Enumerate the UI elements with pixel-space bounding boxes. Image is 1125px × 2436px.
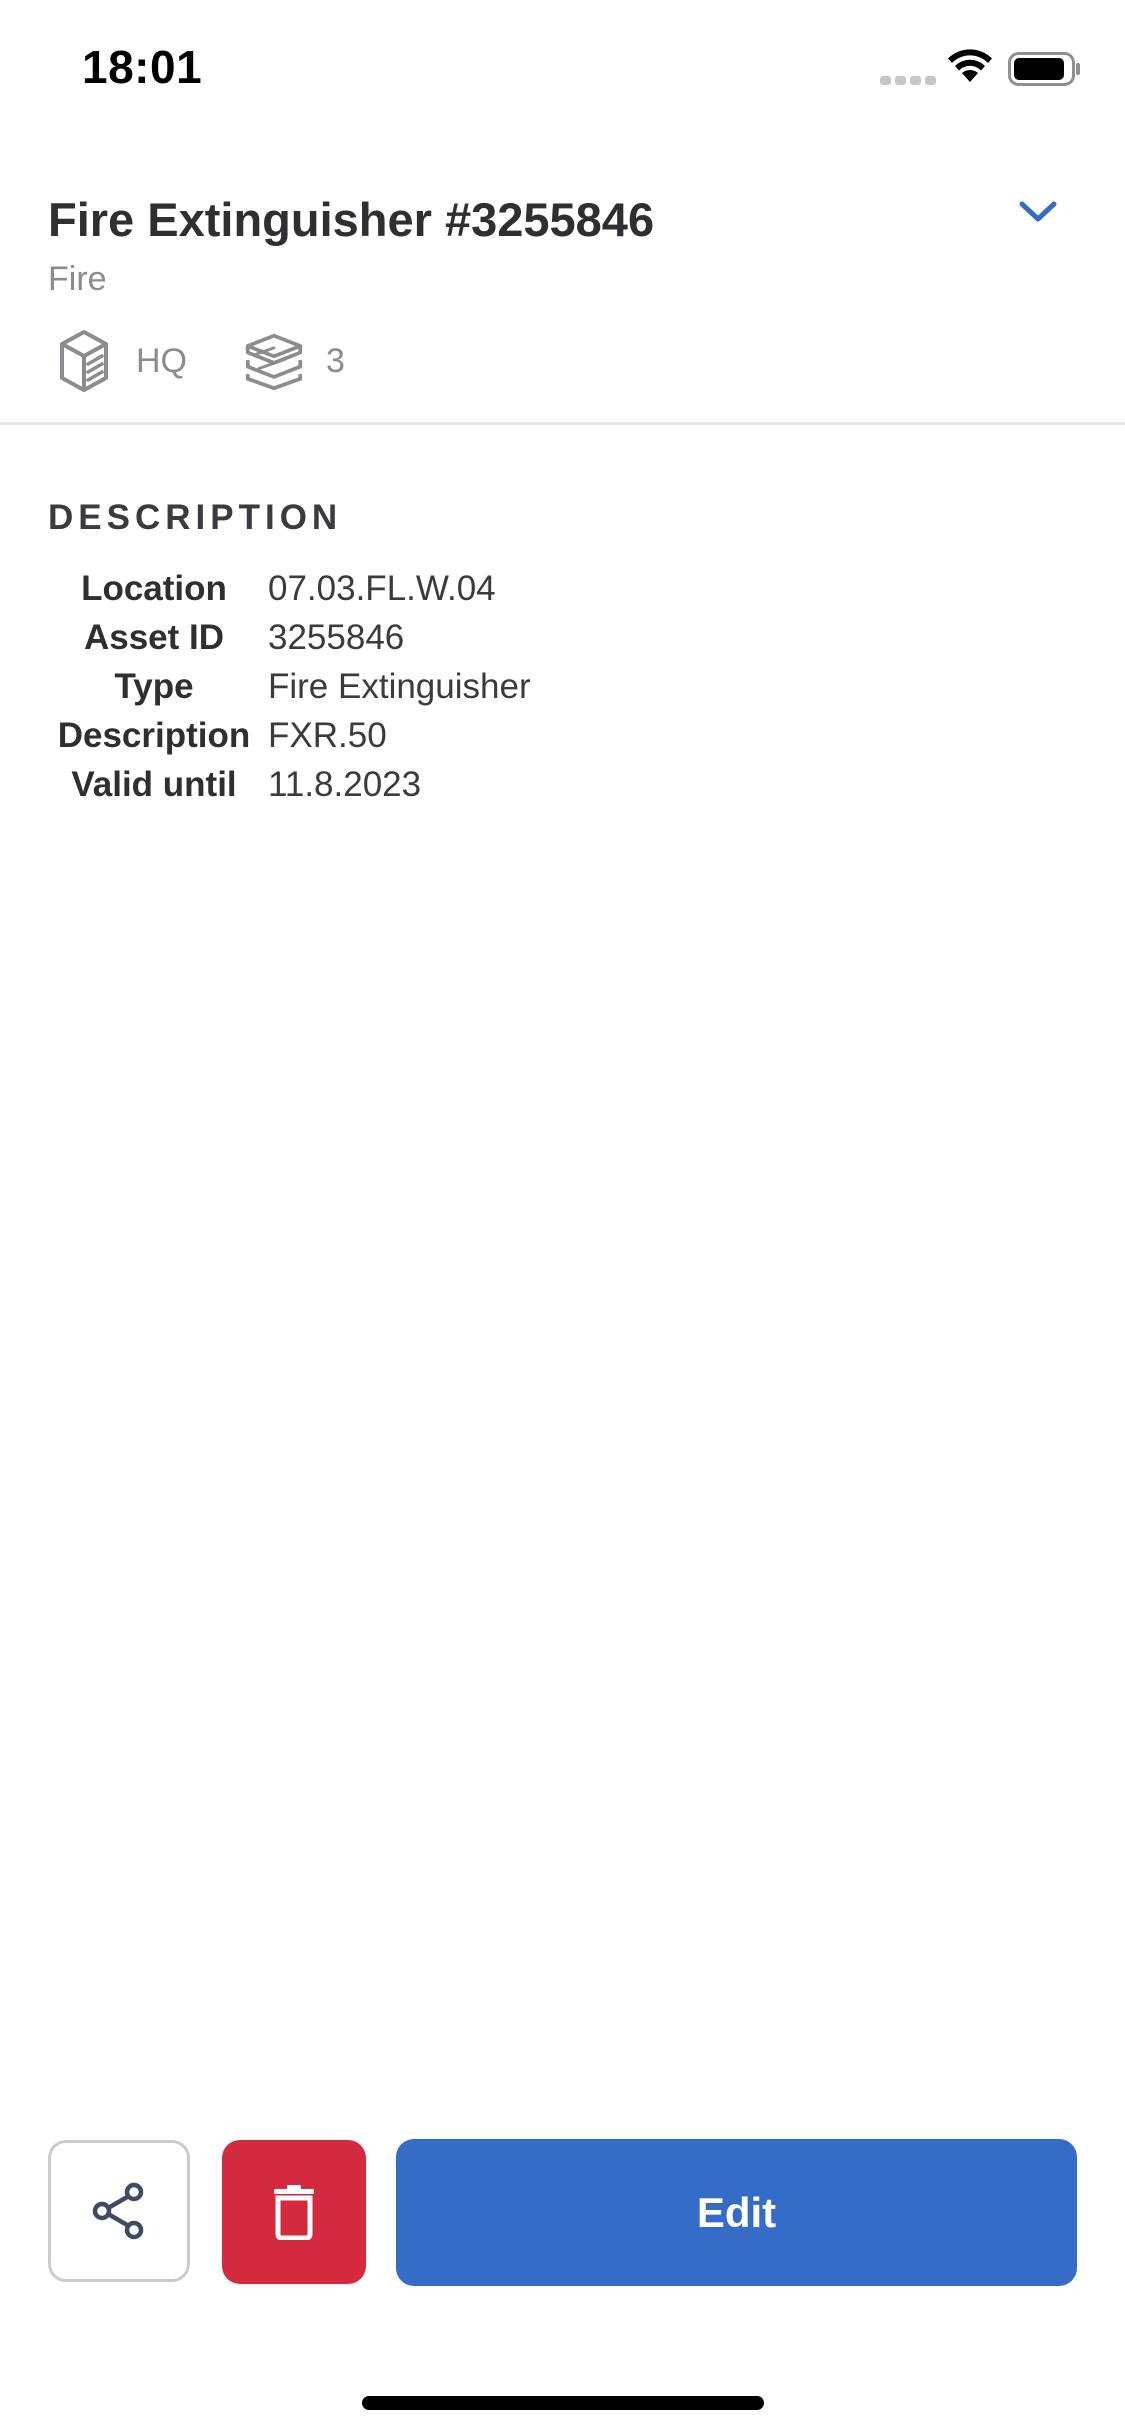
layers-icon	[244, 328, 304, 394]
collapse-button[interactable]	[1008, 182, 1068, 242]
chevron-down-icon	[1019, 201, 1057, 222]
detail-value: 3255846	[268, 618, 405, 657]
floor-label: 3	[326, 341, 345, 380]
detail-label: Valid until	[71, 765, 237, 804]
detail-value: 11.8.2023	[268, 765, 422, 804]
building-info: HQ	[54, 328, 187, 394]
edit-button[interactable]: Edit	[396, 2139, 1077, 2286]
detail-row: Asset ID 3255846	[48, 613, 531, 662]
building-label: HQ	[136, 341, 187, 380]
detail-label: Type	[114, 667, 194, 706]
detail-row: Type Fire Extinguisher	[48, 662, 531, 711]
asset-header: Fire Extinguisher #3255846 Fire HQ 3	[0, 132, 1125, 425]
detail-value: 07.03.FL.W.04	[268, 569, 496, 608]
detail-row: Description FXR.50	[48, 711, 531, 760]
wifi-icon	[948, 49, 992, 82]
delete-button[interactable]	[222, 2140, 366, 2284]
floor-info: 3	[244, 328, 345, 394]
trash-icon	[274, 2185, 314, 2240]
share-button[interactable]	[48, 2140, 190, 2282]
detail-label: Description	[57, 716, 251, 755]
asset-title: Fire Extinguisher #3255846	[48, 193, 655, 246]
detail-row: Valid until 11.8.2023	[48, 760, 531, 809]
asset-category: Fire	[48, 260, 107, 298]
detail-label: Asset ID	[83, 618, 225, 657]
detail-label: Location	[81, 569, 227, 608]
status-bar: 18:01	[0, 0, 1125, 132]
section-heading: DESCRIPTION	[48, 498, 343, 537]
detail-value: FXR.50	[268, 716, 387, 755]
building-icon	[54, 328, 114, 394]
details-table: Location 07.03.FL.W.04 Asset ID 3255846 …	[48, 564, 531, 809]
status-time: 18:01	[82, 41, 203, 93]
detail-value: Fire Extinguisher	[268, 667, 531, 706]
cellular-signal-icon	[880, 76, 936, 86]
battery-icon	[1008, 52, 1080, 86]
home-indicator[interactable]	[362, 2396, 764, 2410]
detail-row: Location 07.03.FL.W.04	[48, 564, 531, 613]
share-icon	[92, 2182, 144, 2240]
